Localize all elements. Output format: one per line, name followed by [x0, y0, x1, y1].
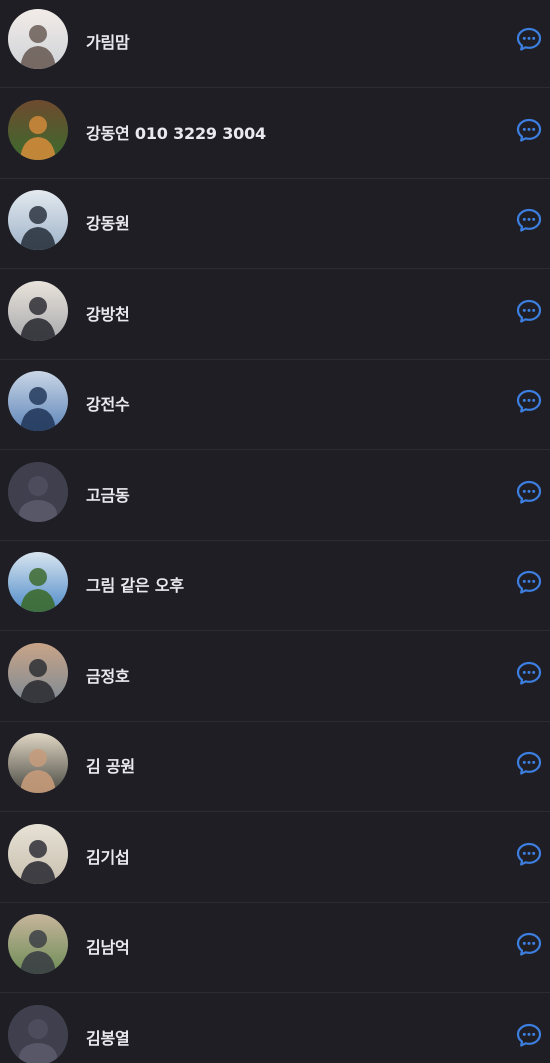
avatar[interactable]: [8, 371, 68, 431]
chat-bubble-icon[interactable]: [515, 930, 543, 958]
contact-row[interactable]: 금정호: [0, 632, 550, 722]
contact-row[interactable]: 김봉열: [0, 994, 550, 1063]
contact-row[interactable]: 김 공원: [0, 722, 550, 812]
contact-name: 강동원: [86, 214, 130, 233]
contact-name: 강방천: [86, 305, 130, 324]
avatar[interactable]: [8, 643, 68, 703]
chat-bubble-icon[interactable]: [515, 387, 543, 415]
contact-name: 강전수: [86, 395, 130, 414]
contact-list: 가림맘강동연 010 3229 3004 강동원강방천강전수고금동그림 같은 오후…: [0, 0, 550, 1063]
contact-row[interactable]: 그림 같은 오후: [0, 541, 550, 631]
contact-name: 강동연 010 3229 3004: [86, 124, 266, 143]
contact-name: 김 공원: [86, 757, 135, 776]
avatar[interactable]: [8, 100, 68, 160]
contact-name: 김기섭: [86, 848, 130, 867]
chat-bubble-icon[interactable]: [515, 749, 543, 777]
contact-name: 고금동: [86, 486, 130, 505]
avatar[interactable]: [8, 190, 68, 250]
contact-row[interactable]: 강동원: [0, 179, 550, 269]
contact-name: 김봉열: [86, 1029, 130, 1048]
avatar[interactable]: [8, 914, 68, 974]
contact-row[interactable]: 가림맘: [0, 0, 550, 88]
chat-bubble-icon[interactable]: [515, 840, 543, 868]
chat-bubble-icon[interactable]: [515, 297, 543, 325]
avatar[interactable]: [8, 281, 68, 341]
contact-name: 김남억: [86, 938, 130, 957]
row-divider: [0, 268, 550, 269]
default-avatar-icon[interactable]: [8, 462, 68, 522]
chat-bubble-icon[interactable]: [515, 116, 543, 144]
contact-row[interactable]: 김기섭: [0, 813, 550, 903]
row-divider: [0, 449, 550, 450]
contact-row[interactable]: 김남억: [0, 903, 550, 993]
avatar[interactable]: [8, 9, 68, 69]
contact-name: 그림 같은 오후: [86, 576, 184, 595]
avatar[interactable]: [8, 824, 68, 884]
contact-row[interactable]: 강전수: [0, 360, 550, 450]
chat-bubble-icon[interactable]: [515, 478, 543, 506]
contact-row[interactable]: 강동연 010 3229 3004: [0, 89, 550, 179]
default-avatar-icon[interactable]: [8, 1005, 68, 1063]
avatar[interactable]: [8, 733, 68, 793]
chat-bubble-icon[interactable]: [515, 25, 543, 53]
chat-bubble-icon[interactable]: [515, 659, 543, 687]
contact-row[interactable]: 강방천: [0, 270, 550, 360]
contact-name: 가림맘: [86, 33, 130, 52]
row-divider: [0, 811, 550, 812]
contact-name: 금정호: [86, 667, 130, 686]
chat-bubble-icon[interactable]: [515, 568, 543, 596]
row-divider: [0, 630, 550, 631]
chat-bubble-icon[interactable]: [515, 206, 543, 234]
contact-row[interactable]: 고금동: [0, 451, 550, 541]
chat-bubble-icon[interactable]: [515, 1021, 543, 1049]
row-divider: [0, 992, 550, 993]
row-divider: [0, 87, 550, 88]
avatar[interactable]: [8, 552, 68, 612]
